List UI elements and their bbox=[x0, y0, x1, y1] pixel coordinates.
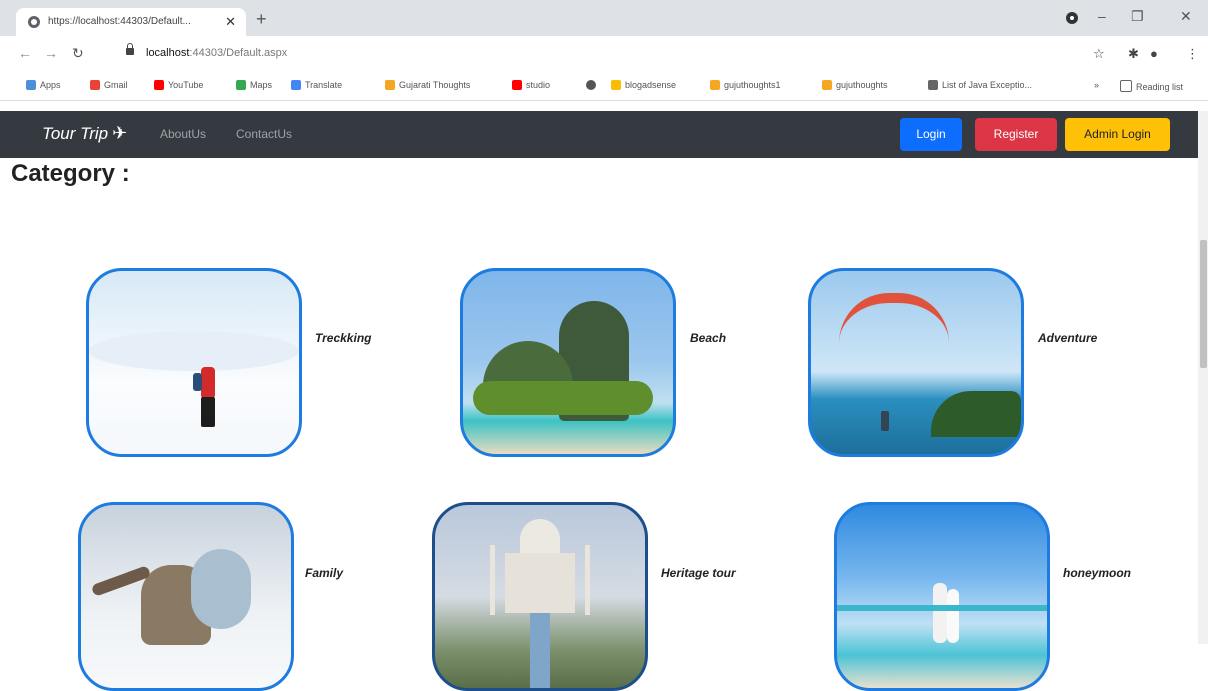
category-card-beach[interactable] bbox=[460, 268, 676, 457]
maximize-icon[interactable]: ❐ bbox=[1131, 8, 1144, 25]
nav-aboutus[interactable]: AboutUs bbox=[160, 127, 206, 141]
admin-login-button[interactable]: Admin Login bbox=[1065, 118, 1170, 151]
bookmark-globe[interactable] bbox=[586, 80, 600, 90]
reload-icon[interactable]: ↻ bbox=[72, 45, 84, 62]
category-label-trekking[interactable]: Treckking bbox=[315, 331, 371, 345]
category-label-heritage[interactable]: Heritage tour bbox=[661, 566, 736, 580]
minimize-icon[interactable]: – bbox=[1098, 8, 1106, 24]
browser-toolbar: ← → ↻ localhost:44303/Default.aspx ☆ ✱ ●… bbox=[0, 36, 1208, 72]
bookmark-translate[interactable]: Translate bbox=[291, 80, 342, 90]
category-card-trekking[interactable] bbox=[86, 268, 302, 457]
category-card-honeymoon[interactable] bbox=[834, 502, 1050, 691]
category-card-family[interactable] bbox=[78, 502, 294, 691]
more-bookmarks-icon[interactable]: » bbox=[1094, 80, 1099, 90]
bookmark-java-exceptions[interactable]: List of Java Exceptio... bbox=[928, 80, 1032, 90]
bookmark-maps[interactable]: Maps bbox=[236, 80, 272, 90]
forward-icon[interactable]: → bbox=[44, 45, 58, 61]
extensions-icon[interactable]: ✱ bbox=[1128, 46, 1139, 62]
site-navbar: Tour Trip ✈ AboutUs ContactUs Login Regis… bbox=[0, 111, 1198, 158]
category-label-family[interactable]: Family bbox=[305, 566, 343, 580]
new-tab-icon[interactable]: + bbox=[256, 9, 267, 30]
menu-icon[interactable]: ⋮ bbox=[1186, 46, 1199, 62]
browser-tabstrip: https://localhost:44303/Default... ✕ + –… bbox=[0, 0, 1208, 36]
globe-icon bbox=[28, 16, 40, 28]
back-icon[interactable]: ← bbox=[18, 45, 32, 61]
reading-list[interactable]: Reading list bbox=[1120, 80, 1183, 92]
bookmark-youtube[interactable]: YouTube bbox=[154, 80, 203, 90]
page-title: Category : bbox=[11, 160, 130, 187]
category-label-adventure[interactable]: Adventure bbox=[1038, 331, 1097, 345]
bookmark-apps[interactable]: Apps bbox=[26, 80, 61, 90]
scrollbar-thumb[interactable] bbox=[1200, 240, 1207, 368]
register-button[interactable]: Register bbox=[975, 118, 1057, 151]
close-tab-icon[interactable]: ✕ bbox=[225, 14, 236, 30]
category-label-beach[interactable]: Beach bbox=[690, 331, 726, 345]
nav-contactus[interactable]: ContactUs bbox=[236, 127, 292, 141]
scrollbar-track[interactable] bbox=[1198, 111, 1208, 644]
tab-title: https://localhost:44303/Default... bbox=[48, 16, 191, 27]
browser-tab[interactable]: https://localhost:44303/Default... ✕ bbox=[16, 8, 246, 36]
avatar[interactable]: ● bbox=[1150, 46, 1158, 61]
bookmarks-bar: Apps Gmail YouTube Maps Translate Gujara… bbox=[0, 72, 1208, 101]
star-icon[interactable]: ☆ bbox=[1093, 46, 1105, 62]
bookmark-gmail[interactable]: Gmail bbox=[90, 80, 128, 90]
close-window-icon[interactable]: ✕ bbox=[1180, 8, 1192, 25]
profile-icon[interactable] bbox=[1066, 12, 1078, 24]
bookmark-gujuthoughts1[interactable]: gujuthoughts1 bbox=[710, 80, 781, 90]
url-text: localhost:44303/Default.aspx bbox=[146, 47, 288, 59]
brand[interactable]: Tour Trip ✈ bbox=[42, 123, 127, 144]
airplane-icon: ✈ bbox=[112, 123, 128, 143]
category-label-honeymoon[interactable]: honeymoon bbox=[1063, 566, 1131, 580]
category-card-adventure[interactable] bbox=[808, 268, 1024, 457]
bookmark-studio[interactable]: studio bbox=[512, 80, 550, 90]
bookmark-gujuthoughts[interactable]: gujuthoughts bbox=[822, 80, 888, 90]
login-button[interactable]: Login bbox=[900, 118, 962, 151]
bookmark-blogadsense[interactable]: blogadsense bbox=[611, 80, 676, 90]
category-card-heritage[interactable] bbox=[432, 502, 648, 691]
bookmark-gujarati-thoughts[interactable]: Gujarati Thoughts bbox=[385, 80, 470, 90]
address-bar[interactable]: localhost:44303/Default.aspx bbox=[112, 40, 1112, 68]
lock-icon bbox=[126, 43, 134, 55]
